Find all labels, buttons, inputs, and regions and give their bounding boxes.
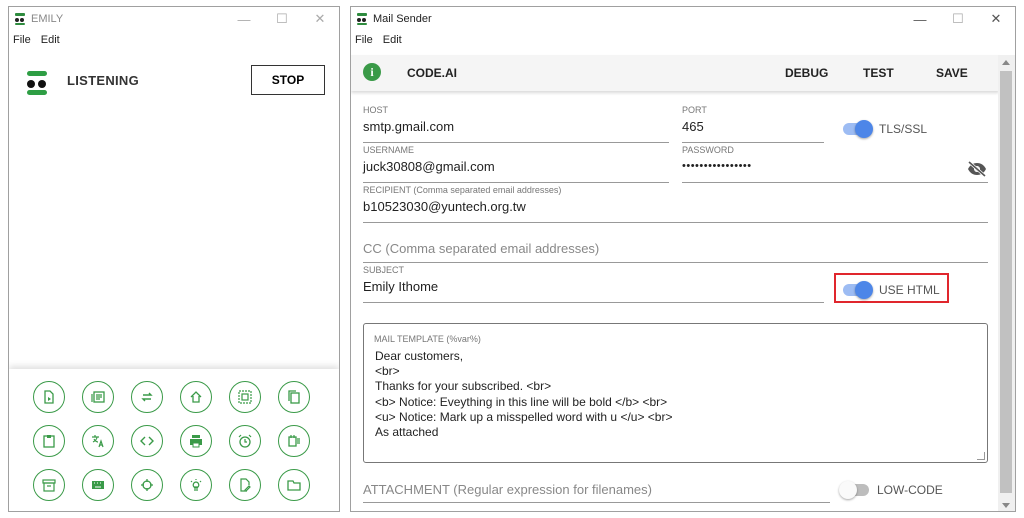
select-all-icon[interactable] xyxy=(229,381,261,413)
crosshair-icon[interactable] xyxy=(131,469,163,501)
print-icon[interactable] xyxy=(180,425,212,457)
username-label: USERNAME xyxy=(363,145,415,155)
scrollbar-thumb[interactable] xyxy=(1000,71,1012,493)
clipboard-icon[interactable] xyxy=(33,425,65,457)
port-field[interactable]: PORT 465 xyxy=(682,105,824,143)
tls-toggle[interactable]: TLS/SSL xyxy=(843,119,927,139)
brand-label: CODE.AI xyxy=(407,66,458,80)
cc-field[interactable]: CC (Comma separated email addresses) xyxy=(363,229,988,263)
low-code-toggle[interactable]: LOW-CODE xyxy=(839,480,943,500)
subject-label: SUBJECT xyxy=(363,265,405,275)
emily-status-bar: LISTENING STOP xyxy=(9,61,339,105)
emily-window: EMILY — ☐ ✕ File Edit LISTENING STOP xyxy=(8,6,340,512)
edit-document-icon[interactable] xyxy=(229,469,261,501)
translate-icon[interactable] xyxy=(82,425,114,457)
close-button[interactable]: ✕ xyxy=(977,7,1015,31)
tool-panel xyxy=(9,369,339,511)
menu-edit[interactable]: Edit xyxy=(41,34,60,46)
listening-status: LISTENING xyxy=(67,73,140,88)
mail-title: Mail Sender xyxy=(373,13,432,25)
mail-sender-window: Mail Sender — ☐ ✕ File Edit i CODE.AI DE… xyxy=(350,6,1016,512)
debug-button[interactable]: DEBUG xyxy=(785,66,828,80)
attachment-field[interactable]: ATTACHMENT (Regular expression for filen… xyxy=(363,475,830,503)
minimize-button[interactable]: — xyxy=(225,7,263,31)
template-line: <br> xyxy=(375,364,400,379)
code-icon[interactable] xyxy=(131,425,163,457)
emily-app-icon xyxy=(15,13,25,25)
username-field[interactable]: USERNAME juck30808@gmail.com xyxy=(363,145,669,183)
maximize-button[interactable]: ☐ xyxy=(263,7,301,31)
save-button[interactable]: SAVE xyxy=(936,66,968,80)
archive-icon[interactable] xyxy=(33,469,65,501)
minimize-button[interactable]: — xyxy=(901,7,939,31)
emily-menubar: File Edit xyxy=(9,31,339,49)
mail-menubar: File Edit xyxy=(351,31,1015,49)
password-label: PASSWORD xyxy=(682,145,734,155)
template-line: As attached xyxy=(375,425,439,440)
maximize-button[interactable]: ☐ xyxy=(939,7,977,31)
template-line: <u> Notice: Mark up a misspelled word wi… xyxy=(375,409,673,424)
keyboard-icon[interactable] xyxy=(82,469,114,501)
use-html-highlight xyxy=(834,273,949,303)
low-code-label: LOW-CODE xyxy=(877,483,943,497)
copy-icon[interactable] xyxy=(278,381,310,413)
mail-app-icon xyxy=(357,13,367,25)
lightbulb-icon[interactable] xyxy=(180,469,212,501)
close-button[interactable]: ✕ xyxy=(301,7,339,31)
stop-button[interactable]: STOP xyxy=(251,65,325,95)
mail-template-textarea[interactable]: MAIL TEMPLATE (%var%) Dear customers, <b… xyxy=(363,323,988,463)
template-content[interactable]: Dear customers, <br> Thanks for your sub… xyxy=(375,349,673,440)
recipient-input[interactable]: b10523030@yuntech.org.tw xyxy=(363,199,526,214)
eye-off-icon[interactable] xyxy=(967,160,987,178)
document-icon[interactable] xyxy=(33,381,65,413)
info-icon[interactable]: i xyxy=(363,63,381,81)
host-input[interactable]: smtp.gmail.com xyxy=(363,119,454,134)
home-icon[interactable] xyxy=(180,381,212,413)
scroll-down-icon[interactable] xyxy=(1002,503,1010,508)
emily-title: EMILY xyxy=(31,13,64,25)
folder-icon[interactable] xyxy=(278,469,310,501)
subject-input[interactable]: Emily Ithome xyxy=(363,279,438,294)
calendar-list-icon[interactable] xyxy=(278,425,310,457)
tls-label: TLS/SSL xyxy=(879,122,928,136)
template-line: <b> Notice: Eveything in this line will … xyxy=(375,394,668,409)
attachment-input[interactable]: ATTACHMENT (Regular expression for filen… xyxy=(363,482,652,497)
cc-input[interactable]: CC (Comma separated email addresses) xyxy=(363,241,599,256)
template-line: Dear customers, xyxy=(375,349,464,363)
host-field[interactable]: HOST smtp.gmail.com xyxy=(363,105,669,143)
emily-logo-icon xyxy=(25,71,49,95)
scroll-up-icon[interactable] xyxy=(1002,60,1010,65)
emily-titlebar: EMILY — ☐ ✕ xyxy=(9,7,339,31)
menu-file[interactable]: File xyxy=(13,34,31,46)
template-label: MAIL TEMPLATE (%var%) xyxy=(374,334,481,344)
password-input[interactable]: •••••••••••••••• xyxy=(682,160,752,172)
vertical-scrollbar[interactable] xyxy=(998,55,1015,511)
resize-handle[interactable] xyxy=(977,452,985,460)
host-label: HOST xyxy=(363,105,389,115)
mail-titlebar: Mail Sender — ☐ ✕ xyxy=(351,7,1015,31)
list-icon[interactable] xyxy=(82,381,114,413)
template-line: Thanks for your subscribed. <br> xyxy=(375,379,552,394)
recipient-field[interactable]: RECIPIENT (Comma separated email address… xyxy=(363,185,988,223)
port-label: PORT xyxy=(682,105,707,115)
mail-toolbar: i CODE.AI DEBUG TEST SAVE xyxy=(351,55,999,91)
test-button[interactable]: TEST xyxy=(863,66,894,80)
alarm-icon[interactable] xyxy=(229,425,261,457)
menu-edit[interactable]: Edit xyxy=(383,34,402,46)
menu-file[interactable]: File xyxy=(355,34,373,46)
repeat-icon[interactable] xyxy=(131,381,163,413)
password-field[interactable]: PASSWORD •••••••••••••••• xyxy=(682,145,988,183)
port-input[interactable]: 465 xyxy=(682,119,704,134)
recipient-label: RECIPIENT (Comma separated email address… xyxy=(363,185,562,195)
subject-field[interactable]: SUBJECT Emily Ithome xyxy=(363,265,824,303)
username-input[interactable]: juck30808@gmail.com xyxy=(363,159,495,174)
